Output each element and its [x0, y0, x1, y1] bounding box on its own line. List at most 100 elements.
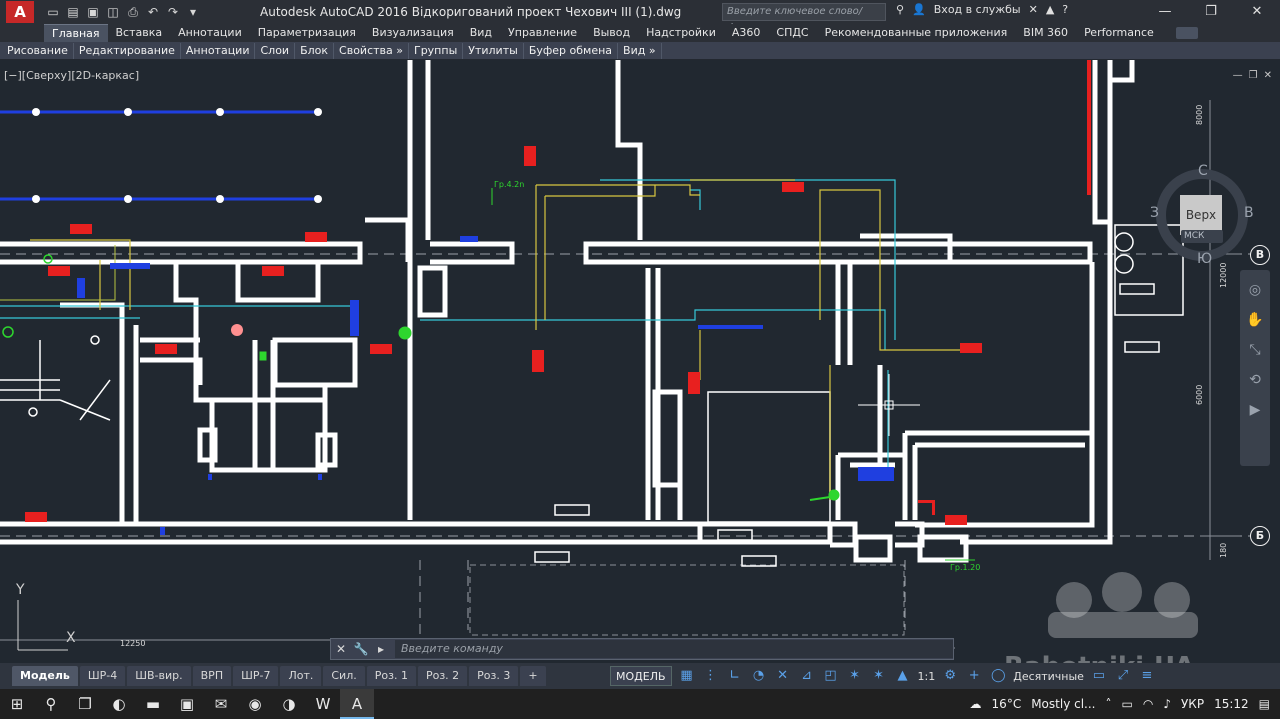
viewcube-top-face[interactable]: Верх	[1180, 195, 1222, 235]
panel-0[interactable]: Рисование	[2, 42, 74, 59]
customize-status-icon[interactable]: ≡	[1138, 667, 1156, 685]
edge-browser-icon[interactable]: ◑	[272, 689, 306, 719]
vp-minimize-icon[interactable]: —	[1233, 70, 1243, 81]
task-view-icon[interactable]: ❐	[68, 689, 102, 719]
ribbon-minimize-icon[interactable]	[1175, 27, 1198, 39]
autoscale-icon[interactable]: ✶	[870, 667, 888, 685]
tray-chevron-icon[interactable]: ˄	[1105, 697, 1111, 711]
close-icon[interactable]: ✕	[1234, 0, 1280, 24]
fullscreen-icon[interactable]: ⤢	[1114, 667, 1132, 685]
tab-3[interactable]: Параметризация	[250, 24, 364, 42]
transparency-icon[interactable]: ◰	[822, 667, 840, 685]
annotation-scale-icon[interactable]: ▲	[894, 667, 912, 685]
layout-tab-9[interactable]: Роз. 3	[469, 666, 519, 686]
file-explorer-icon[interactable]: ▬	[136, 689, 170, 719]
plus-icon[interactable]: +	[965, 667, 983, 685]
wifi-icon[interactable]: ◠	[1143, 697, 1153, 711]
compass-west[interactable]: З	[1150, 205, 1159, 221]
notifications-icon[interactable]: ▤	[1259, 697, 1270, 711]
weather-icon[interactable]: ☁	[970, 697, 982, 711]
minimize-icon[interactable]: —	[1142, 0, 1188, 24]
tab-4[interactable]: Визуализация	[364, 24, 462, 42]
volume-icon[interactable]: ♪	[1163, 697, 1171, 711]
signin-button[interactable]: Вход в службы	[934, 3, 1021, 16]
panel-7[interactable]: Утилиты	[463, 42, 524, 59]
showmotion-icon[interactable]: ▶	[1245, 402, 1265, 418]
account-icon[interactable]: ▲	[1046, 3, 1054, 16]
grid-toggle-icon[interactable]: ▦	[678, 667, 696, 685]
redo-icon[interactable]: ↷	[166, 5, 180, 19]
layout-tab-1[interactable]: ШР-4	[79, 666, 126, 686]
snap-toggle-icon[interactable]: ⋮	[702, 667, 720, 685]
clock[interactable]: 15:12	[1214, 697, 1249, 711]
cmd-prompt-icon[interactable]: ▸	[371, 642, 391, 656]
tab-13[interactable]: Performance	[1076, 24, 1162, 42]
search-input[interactable]: Введите ключевое слово/фразу	[722, 3, 886, 33]
orbit-icon[interactable]: ⟲	[1245, 372, 1265, 388]
command-input[interactable]: Введите команду	[395, 640, 953, 658]
annotation-scale[interactable]: 1:1	[918, 670, 936, 683]
binoculars-icon[interactable]: ⚲	[896, 3, 904, 16]
tab-2[interactable]: Аннотации	[170, 24, 250, 42]
weather-temp[interactable]: 16°C	[992, 697, 1022, 711]
edge-icon[interactable]: ◐	[102, 689, 136, 719]
viewcube[interactable]: Верх С Ю З В	[1150, 163, 1254, 267]
viewport-controls-label[interactable]: [−][Сверху][2D-каркас]	[4, 69, 139, 82]
open-folder-icon[interactable]: ▤	[66, 5, 80, 19]
customize-qat-icon[interactable]: ▾	[186, 5, 200, 19]
osnap-icon[interactable]: ✕	[774, 667, 792, 685]
layout-tab-7[interactable]: Роз. 1	[366, 666, 416, 686]
language-indicator[interactable]: УКР	[1181, 697, 1204, 711]
exchange-icon[interactable]: ✕	[1029, 3, 1038, 16]
layout-tab-10[interactable]: +	[520, 666, 546, 686]
layout-tab-5[interactable]: Лот.	[280, 666, 322, 686]
steering-wheel-icon[interactable]: ◎	[1245, 282, 1265, 298]
layout-tab-3[interactable]: ВРП	[192, 666, 232, 686]
zoom-icon[interactable]: ⤡	[1245, 342, 1265, 358]
compass-east[interactable]: В	[1244, 205, 1254, 221]
word-icon[interactable]: W	[306, 689, 340, 719]
lineweight-icon[interactable]: ⊿	[798, 667, 816, 685]
pan-hand-icon[interactable]: ✋	[1245, 312, 1265, 328]
chrome-icon[interactable]: ◉	[238, 689, 272, 719]
save-as-icon[interactable]: ◫	[106, 5, 120, 19]
layout-tab-4[interactable]: ШР-7	[233, 666, 279, 686]
tab-10[interactable]: СПДС	[768, 24, 816, 42]
layout-tab-6[interactable]: Сил.	[323, 666, 365, 686]
workspace-gear-icon[interactable]: ⚙	[941, 667, 959, 685]
panel-1[interactable]: Редактирование	[74, 42, 181, 59]
panel-9[interactable]: Вид »	[618, 42, 662, 59]
app-menu-button[interactable]: A	[0, 0, 40, 24]
polar-icon[interactable]: ◔	[750, 667, 768, 685]
panel-6[interactable]: Группы	[409, 42, 464, 59]
tab-9[interactable]: A360	[724, 24, 769, 42]
cmd-close-icon[interactable]: ✕	[331, 642, 351, 656]
new-file-icon[interactable]: ▭	[46, 5, 60, 19]
ortho-icon[interactable]: ∟	[726, 667, 744, 685]
quick-properties-icon[interactable]: ▭	[1090, 667, 1108, 685]
network-icon[interactable]: ▭	[1121, 697, 1132, 711]
tab-6[interactable]: Управление	[500, 24, 585, 42]
windows-start-icon[interactable]: ⊞	[0, 689, 34, 719]
tab-7[interactable]: Вывод	[585, 24, 638, 42]
vp-close-icon[interactable]: ✕	[1264, 70, 1272, 81]
tab-1[interactable]: Вставка	[108, 24, 171, 42]
layout-tab-8[interactable]: Роз. 2	[417, 666, 468, 686]
help-button[interactable]: ?	[1062, 3, 1068, 16]
tab-12[interactable]: BIM 360	[1015, 24, 1076, 42]
drawing-area[interactable]: Гр.4.2n Гр.1.20 12000 6000 8000 180 1225…	[0, 60, 1280, 663]
panel-2[interactable]: Аннотации	[181, 42, 256, 59]
weather-text[interactable]: Mostly cl...	[1031, 697, 1095, 711]
layout-tab-0[interactable]: Модель	[12, 666, 78, 686]
mail-icon[interactable]: ✉	[204, 689, 238, 719]
user-icon[interactable]: 👤	[912, 3, 926, 16]
search-icon[interactable]: ⚲	[34, 689, 68, 719]
cmd-settings-icon[interactable]: 🔧	[351, 642, 371, 656]
units-dropdown[interactable]: Десятичные	[1013, 670, 1084, 683]
save-icon[interactable]: ▣	[86, 5, 100, 19]
tab-0[interactable]: Главная	[44, 24, 108, 42]
vp-restore-icon[interactable]: ❐	[1249, 70, 1258, 81]
undo-icon[interactable]: ↶	[146, 5, 160, 19]
model-space-button[interactable]: МОДЕЛЬ	[610, 666, 672, 686]
layout-tab-2[interactable]: ШВ-вир.	[127, 666, 191, 686]
